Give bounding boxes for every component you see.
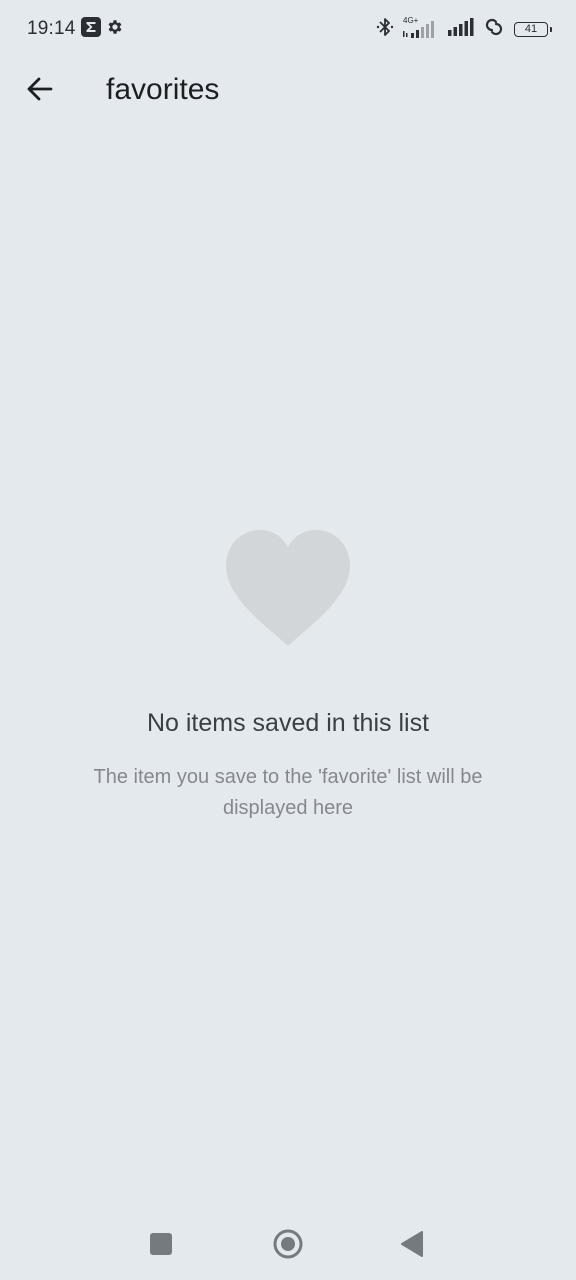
page-title: favorites [106, 73, 220, 106]
signal-icon [448, 17, 474, 42]
app-bar: favorites [0, 58, 576, 124]
heart-icon [0, 530, 576, 646]
sigma-app-icon [80, 16, 101, 42]
home-button[interactable] [266, 1224, 310, 1268]
empty-state: No items saved in this list The item you… [0, 530, 576, 824]
back-triangle-icon [400, 1230, 424, 1262]
back-button[interactable] [16, 67, 64, 115]
status-right-group: 4G+ 41 [376, 16, 552, 43]
link-icon [483, 17, 505, 42]
battery-icon: 41 [514, 21, 552, 37]
settings-gear-icon [106, 18, 124, 41]
system-nav-bar [0, 1210, 576, 1280]
empty-state-description: The item you save to the 'favorite' list… [93, 766, 483, 819]
status-time: 19:14 [27, 18, 76, 39]
recents-button[interactable] [139, 1224, 183, 1268]
battery-level: 41 [524, 22, 538, 35]
empty-state-title: No items saved in this list [146, 709, 430, 737]
signal-4g-icon: 4G+ [403, 16, 439, 41]
arrow-left-icon [26, 75, 54, 108]
status-bar: 19:14 4G+ 41 [0, 0, 576, 58]
status-left-group: 19:14 [27, 16, 124, 42]
bluetooth-icon [376, 16, 394, 43]
recents-square-icon [150, 1232, 172, 1260]
home-circle-icon [273, 1229, 303, 1264]
back-nav-button[interactable] [390, 1224, 434, 1268]
